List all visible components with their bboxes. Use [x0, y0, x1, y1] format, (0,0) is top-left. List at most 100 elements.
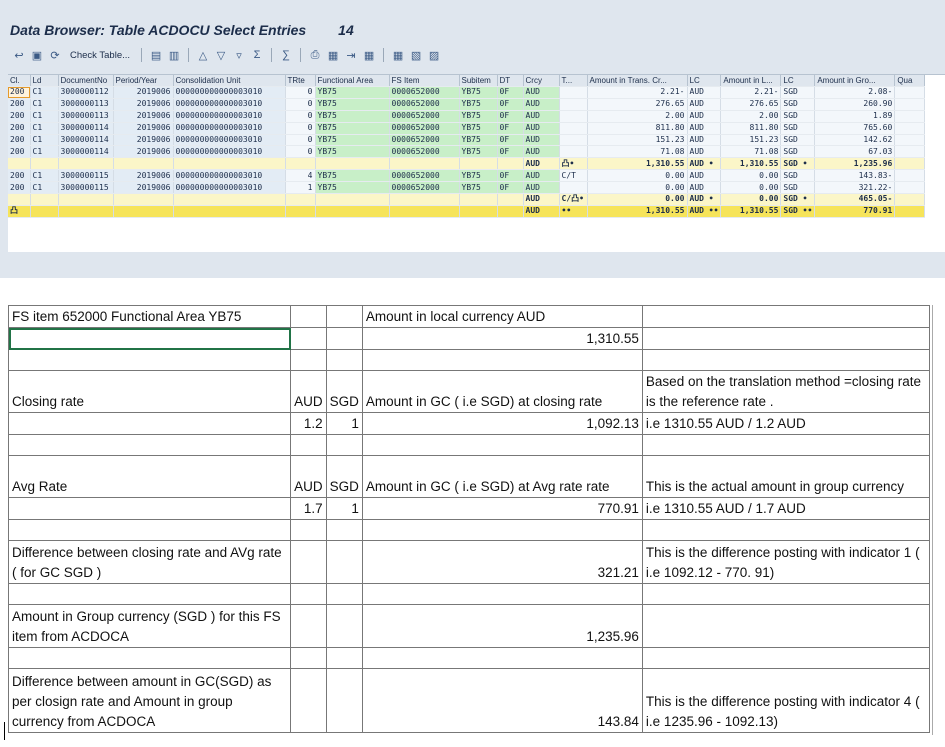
cell-b10[interactable] — [290, 540, 327, 584]
table-cell[interactable] — [58, 157, 114, 171]
cell-c13[interactable] — [325, 647, 363, 669]
cell-c6[interactable] — [325, 434, 363, 456]
table-cell[interactable] — [894, 205, 926, 218]
column-header[interactable]: LC — [687, 75, 722, 87]
cell-d7[interactable]: Amount in GC ( i.e SGD) at Avg rate rate — [361, 455, 643, 498]
table-cell[interactable]: 0.00 — [720, 193, 782, 206]
table-cell[interactable] — [894, 145, 926, 159]
table-cell[interactable]: 3000000114 — [58, 145, 114, 159]
table-cell[interactable] — [285, 157, 316, 171]
table-cell[interactable] — [497, 193, 524, 206]
cell-d13[interactable] — [361, 647, 643, 669]
cell-b5[interactable]: 1.2 — [290, 412, 327, 435]
table-row[interactable]: 200 C1 3000000112 2019006 000000000000003010… — [8, 86, 926, 99]
cell-e3[interactable] — [641, 349, 931, 371]
column-header[interactable]: DT — [497, 75, 524, 87]
table-cell[interactable]: 2.21- — [587, 86, 688, 99]
table-cell[interactable] — [459, 205, 498, 218]
table-cell[interactable] — [58, 193, 114, 206]
table-cell[interactable] — [173, 157, 286, 171]
cell-b14[interactable] — [290, 668, 327, 733]
active-cell[interactable] — [7, 327, 292, 350]
subtotal-row[interactable]: AUD 凸• 1,310.55 AUD • 1,310.55 SGD • 1,235.96 — [8, 157, 926, 171]
table-cell[interactable]: SGD • — [780, 193, 816, 206]
cell-a13[interactable] — [7, 647, 292, 669]
table-cell[interactable]: 0.00 — [720, 169, 782, 183]
table-cell[interactable]: AUD — [523, 169, 560, 183]
table-cell[interactable]: 200 — [8, 169, 31, 183]
layout-icon[interactable]: ▦ — [362, 48, 376, 62]
table-cell[interactable]: 0000652000 — [389, 145, 460, 159]
cell-d3[interactable] — [361, 349, 643, 371]
cell-d1[interactable]: Amount in local currency AUD — [361, 305, 643, 328]
table-cell[interactable]: C/T — [559, 169, 588, 183]
table-cell[interactable] — [315, 157, 390, 171]
table-cell[interactable]: AUD — [523, 205, 560, 218]
table-cell[interactable]: 200 — [8, 110, 31, 123]
table-cell[interactable]: AUD — [687, 134, 722, 147]
column-header[interactable]: Functional Area — [315, 75, 390, 87]
table-cell[interactable] — [58, 205, 114, 218]
table-cell[interactable]: 2019006 — [113, 86, 174, 99]
column-header[interactable]: Qua — [894, 75, 926, 87]
table-cell[interactable]: 0000652000 — [389, 134, 460, 147]
table-cell[interactable]: C1 — [30, 86, 59, 99]
table-cell[interactable]: 142.62 — [814, 134, 896, 147]
table-cell[interactable]: AUD — [523, 181, 560, 195]
column-header[interactable]: FS Item — [389, 75, 460, 87]
table-cell[interactable]: 1,310.55 — [720, 205, 782, 218]
table-cell[interactable] — [315, 193, 390, 206]
subtotal-row[interactable]: AUD C/凸• 0.00 AUD • 0.00 SGD • 465.05- — [8, 193, 926, 206]
table-cell[interactable]: •• — [559, 205, 588, 218]
table-cell[interactable]: 2.21- — [720, 86, 782, 99]
cell-e7[interactable]: This is the actual amount in group curre… — [641, 455, 931, 498]
table-cell[interactable]: 200 — [8, 122, 31, 135]
cell-a12[interactable]: Amount in Group currency (SGD ) for this… — [7, 604, 292, 648]
cell-b11[interactable] — [290, 583, 327, 605]
table-cell[interactable]: AUD •• — [687, 205, 722, 218]
table-cell[interactable]: AUD — [523, 134, 560, 147]
subtotal-icon[interactable]: ∑ — [279, 48, 293, 62]
cell-d2[interactable]: 1,310.55 — [361, 327, 643, 350]
table-cell[interactable]: AUD — [523, 193, 560, 206]
table-cell[interactable]: YB75 — [459, 122, 498, 135]
total-row[interactable]: 凸 AUD •• 1,310.55 AUD •• 1,310.55 SGD •• 770.91 — [8, 205, 926, 218]
table-cell[interactable] — [8, 157, 31, 171]
table-cell[interactable]: 0.00 — [587, 181, 688, 195]
table-cell[interactable]: SGD •• — [780, 205, 816, 218]
table-cell[interactable]: SGD — [780, 122, 816, 135]
table-cell[interactable]: 0F — [497, 122, 524, 135]
cell-e6[interactable] — [641, 434, 931, 456]
table-cell[interactable] — [30, 205, 59, 218]
cell-e1[interactable] — [641, 305, 931, 328]
table-cell[interactable]: AUD • — [687, 193, 722, 206]
table-cell[interactable]: 465.05- — [814, 193, 896, 206]
refresh-icon[interactable]: ⟳ — [48, 48, 62, 62]
table-cell[interactable]: 0F — [497, 181, 524, 195]
cell-c10[interactable] — [325, 540, 363, 584]
export-icon[interactable]: ⇥ — [344, 48, 358, 62]
table-cell[interactable]: 1,235.96 — [814, 157, 896, 171]
cell-e13[interactable] — [641, 647, 931, 669]
table-cell[interactable]: 0F — [497, 86, 524, 99]
table-cell[interactable]: 0000652000 — [389, 86, 460, 99]
cell-c8[interactable]: 1 — [325, 497, 363, 520]
table-cell[interactable]: AUD — [523, 122, 560, 135]
table-cell[interactable]: YB75 — [459, 86, 498, 99]
table-cell[interactable] — [389, 193, 460, 206]
table-cell[interactable] — [894, 169, 926, 183]
table-cell[interactable]: 811.80 — [720, 122, 782, 135]
column-header[interactable]: Ld — [30, 75, 59, 87]
table-cell[interactable]: YB75 — [459, 169, 498, 183]
table-cell[interactable]: C1 — [30, 169, 59, 183]
table-cell[interactable]: 67.03 — [814, 145, 896, 159]
table-cell[interactable]: 200 — [8, 134, 31, 147]
table-cell[interactable]: SGD — [780, 181, 816, 195]
table-cell[interactable] — [497, 205, 524, 218]
table-cell[interactable]: 143.83- — [814, 169, 896, 183]
table-cell[interactable] — [559, 122, 588, 135]
table-cell[interactable] — [30, 157, 59, 171]
cell-b4[interactable]: AUD — [290, 370, 327, 413]
table-cell[interactable]: AUD — [523, 86, 560, 99]
table-cell[interactable]: C1 — [30, 145, 59, 159]
